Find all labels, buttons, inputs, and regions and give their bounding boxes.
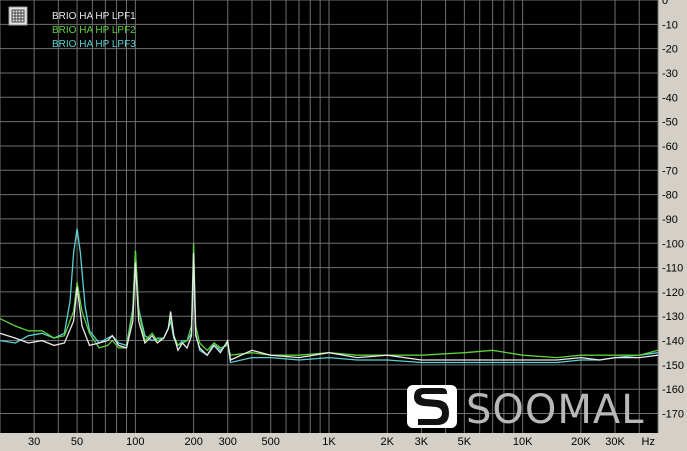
x-tick-label: 30K — [605, 436, 625, 448]
y-tick-label: -60 — [662, 141, 678, 153]
y-tick-label: -20 — [662, 44, 678, 56]
y-tick-label: 0 — [662, 0, 668, 7]
y-tick-label: -130 — [662, 311, 684, 323]
x-tick-label: 3K — [415, 436, 429, 448]
legend-entry-3: BRIO HA HP LPF3 — [52, 39, 136, 50]
x-tick-label: 30 — [28, 436, 40, 448]
y-tick-label: -30 — [662, 68, 678, 80]
grid-icon — [8, 6, 28, 26]
watermark: SOOMAL — [407, 385, 645, 433]
x-tick-label: 1K — [322, 436, 336, 448]
y-tick-label: -50 — [662, 117, 678, 129]
x-tick-label: 500 — [262, 436, 280, 448]
spectrum-chart: 0 -10 -20 -30 -40 -50 -60 -70 -80 -90 -100 -110 -120… — [0, 0, 687, 451]
soomal-s-logo-icon — [407, 385, 457, 428]
x-tick-label: 100 — [126, 436, 144, 448]
y-tick-label: -80 — [662, 190, 678, 202]
y-tick-label: -90 — [662, 214, 678, 226]
legend-entry-1: BRIO HA HP LPF1 — [52, 11, 136, 22]
x-tick-label: 50 — [71, 436, 83, 448]
x-tick-label: 300 — [219, 436, 237, 448]
y-tick-label: -40 — [662, 92, 678, 104]
y-tick-label: -110 — [662, 263, 683, 275]
x-axis-label: Hz — [642, 436, 655, 448]
y-tick-label: -150 — [662, 360, 684, 372]
y-tick-label: -70 — [662, 165, 678, 177]
x-tick-label: 200 — [184, 436, 202, 448]
legend-entry-2: BRIO HA HP LPF2 — [52, 25, 136, 36]
y-tick-label: -100 — [662, 238, 684, 250]
x-tick-label: 10K — [513, 436, 533, 448]
y-tick-label: -120 — [662, 287, 684, 299]
y-tick-label: -170 — [662, 409, 684, 421]
x-tick-label: 20K — [571, 436, 591, 448]
watermark-text: SOOMAL — [466, 387, 645, 433]
y-tick-label: -140 — [662, 336, 684, 348]
x-tick-label: 5K — [458, 436, 472, 448]
y-tick-label: -10 — [662, 19, 678, 31]
y-tick-label: -160 — [662, 384, 684, 396]
x-tick-label: 2K — [381, 436, 395, 448]
